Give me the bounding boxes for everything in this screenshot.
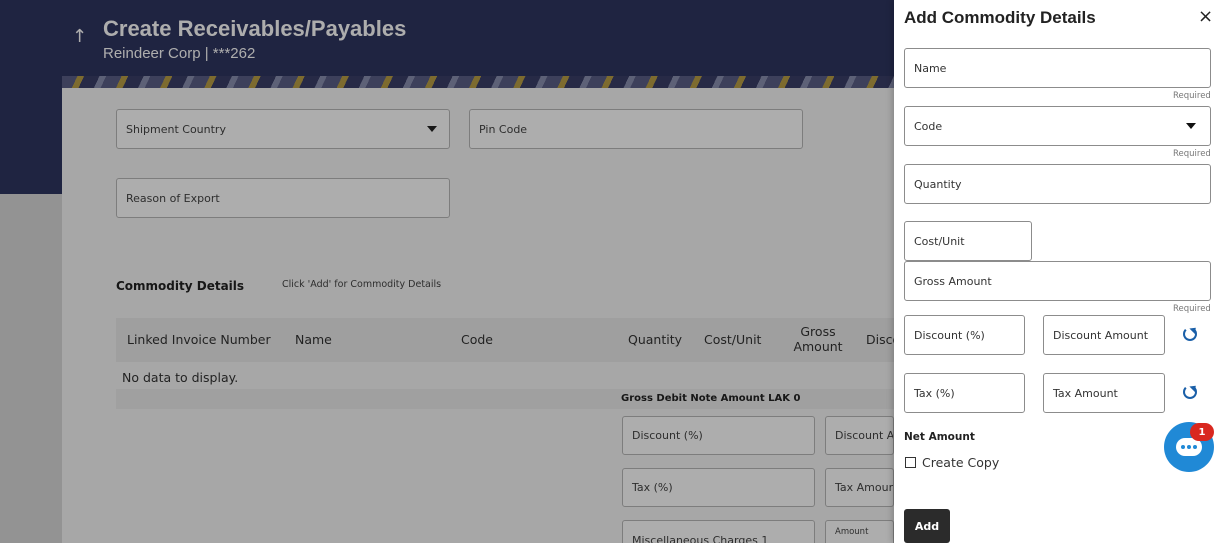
create-copy-checkbox[interactable] (905, 457, 916, 468)
quantity-input[interactable]: Quantity (904, 164, 1211, 204)
name-input[interactable]: Name (904, 48, 1211, 88)
tax-amount-input-label: Tax Amount (1053, 386, 1118, 400)
discount-amount-input[interactable]: Discount Amount (1043, 315, 1165, 355)
discount-pct-input[interactable]: Discount (%) (904, 315, 1025, 355)
cost-unit-input[interactable]: Cost/Unit (904, 221, 1032, 261)
net-amount-label: Net Amount (904, 431, 975, 443)
cost-unit-input-label: Cost/Unit (914, 234, 965, 248)
gross-amount-required-hint: Required (1173, 304, 1211, 314)
chat-notification-badge: 1 (1190, 423, 1214, 441)
tax-pct-input[interactable]: Tax (%) (904, 373, 1025, 413)
gross-amount-input[interactable]: Gross Amount (904, 261, 1211, 301)
discount-amount-input-label: Discount Amount (1053, 328, 1149, 342)
chat-dot (1181, 445, 1185, 449)
name-required-hint: Required (1173, 91, 1211, 101)
refresh-tax-icon[interactable] (1183, 385, 1197, 399)
gross-amount-input-label: Gross Amount (914, 274, 992, 288)
add-button[interactable]: Add (904, 509, 950, 543)
code-required-hint: Required (1173, 149, 1211, 159)
close-icon[interactable]: × (1198, 6, 1213, 27)
tax-amount-input[interactable]: Tax Amount (1043, 373, 1165, 413)
tax-pct-input-label: Tax (%) (914, 386, 955, 400)
chat-dot (1193, 445, 1197, 449)
discount-pct-input-label: Discount (%) (914, 328, 985, 342)
chevron-down-icon (1186, 123, 1196, 129)
code-select[interactable]: Code (904, 106, 1211, 146)
name-input-label: Name (914, 61, 947, 75)
refresh-discount-icon[interactable] (1183, 327, 1197, 341)
code-select-label: Code (914, 119, 943, 133)
create-copy-label[interactable]: Create Copy (922, 455, 999, 470)
chat-dot (1187, 445, 1191, 449)
drawer-title: Add Commodity Details (904, 8, 1096, 27)
quantity-input-label: Quantity (914, 177, 962, 191)
